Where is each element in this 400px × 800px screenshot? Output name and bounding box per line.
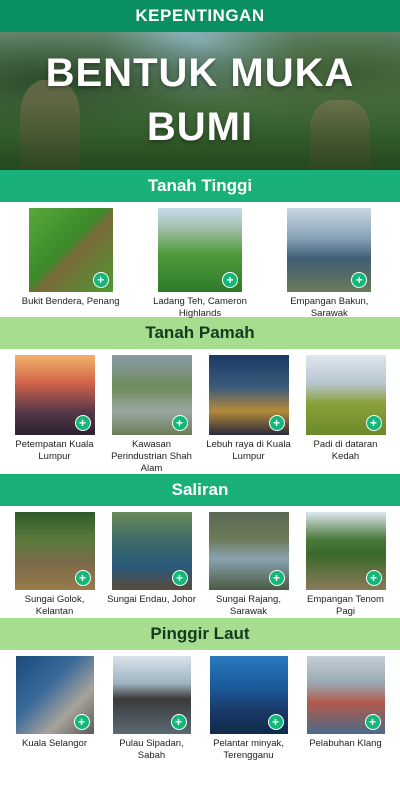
photo-kuala-selangor: + — [15, 656, 94, 734]
photo-card[interactable]: + Sungai Golok, Kelantan — [10, 512, 100, 618]
section-title: Tanah Tinggi — [147, 176, 253, 195]
section-header-saliran: Saliran — [0, 474, 400, 506]
infographic-page: KEPENTINGAN BENTUK MUKA BUMI Tanah Tingg… — [0, 0, 400, 800]
section-header-tanah-pamah: Tanah Pamah — [0, 317, 400, 349]
section-title: Tanah Pamah — [145, 323, 255, 342]
plus-icon[interactable]: + — [74, 415, 91, 431]
photo-caption: Lebuh raya di Kuala Lumpur — [206, 439, 291, 462]
section-title: Pinggir Laut — [150, 624, 250, 643]
photo-caption: Pelantar minyak, Terengganu — [213, 738, 284, 761]
section-row-tanah-tinggi: + Bukit Bendera, Penang + Ladang Teh, Ca… — [0, 202, 400, 320]
photo-card[interactable]: + Petempatan Kuala Lumpur — [11, 355, 99, 463]
section-row-saliran: + Sungai Golok, Kelantan + Sungai Endau,… — [0, 506, 400, 618]
photo-card[interactable]: + Ladang Teh, Cameron Highlands — [145, 208, 255, 320]
photo-caption: Sungai Endau, Johor — [107, 594, 196, 605]
section-title: Saliran — [171, 480, 229, 499]
plus-icon[interactable]: + — [74, 570, 91, 586]
photo-card[interactable]: + Sungai Endau, Johor — [107, 512, 197, 606]
photo-card[interactable]: + Bukit Bendera, Penang — [16, 208, 126, 308]
photo-caption: Kawasan Perindustrian Shah Alam — [111, 439, 192, 474]
photo-card[interactable]: + Pelabuhan Klang — [301, 656, 391, 750]
photo-card[interactable]: + Kuala Selangor — [10, 656, 100, 750]
photo-caption: Petempatan Kuala Lumpur — [15, 439, 94, 462]
plus-icon[interactable]: + — [267, 714, 284, 730]
photo-caption: Kuala Selangor — [22, 738, 87, 749]
photo-caption: Empangan Tenom Pagi — [307, 594, 384, 617]
section-header-pinggir-laut: Pinggir Laut — [0, 618, 400, 650]
photo-card[interactable]: + Lebuh raya di Kuala Lumpur — [205, 355, 293, 463]
plus-icon[interactable]: + — [268, 570, 285, 586]
photo-sungai-golok: + — [14, 512, 95, 590]
photo-card[interactable]: + Empangan Bakun, Sarawak — [274, 208, 384, 320]
plus-icon[interactable]: + — [351, 272, 368, 288]
photo-sungai-endau: + — [111, 512, 192, 590]
photo-caption: Ladang Teh, Cameron Highlands — [153, 296, 247, 319]
photo-caption: Sungai Golok, Kelantan — [24, 594, 85, 617]
title-line-1: BENTUK MUKA — [45, 51, 355, 95]
photo-card[interactable]: + Kawasan Perindustrian Shah Alam — [108, 355, 196, 475]
photo-caption: Padi di dataran Kedah — [313, 439, 378, 462]
photo-card[interactable]: + Pelantar minyak, Terengganu — [204, 656, 294, 762]
photo-empangan-tenom: + — [305, 512, 386, 590]
photo-pelantar-minyak: + — [209, 656, 288, 734]
plus-icon[interactable]: + — [171, 415, 188, 431]
title-line-2: BUMI — [146, 105, 254, 149]
photo-lebuh-raya: + — [208, 355, 289, 435]
plus-icon[interactable]: + — [364, 714, 381, 730]
photo-shah-alam: + — [111, 355, 192, 435]
plus-icon[interactable]: + — [365, 415, 382, 431]
plus-icon[interactable]: + — [268, 415, 285, 431]
photo-caption: Bukit Bendera, Penang — [21, 296, 120, 307]
photo-ladang-teh: + — [157, 208, 242, 292]
photo-pelabuhan-klang: + — [306, 656, 385, 734]
photo-card[interactable]: + Empangan Tenom Pagi — [301, 512, 391, 618]
photo-caption: Pelabuhan Klang — [309, 738, 382, 749]
photo-card[interactable]: + Padi di dataran Kedah — [302, 355, 390, 463]
section-header-tanah-tinggi: Tanah Tinggi — [0, 170, 400, 202]
photo-caption: Pulau Sipadan, Sabah — [119, 738, 184, 761]
top-banner: KEPENTINGAN — [0, 0, 400, 32]
photo-caption: Empangan Bakun, Sarawak — [290, 296, 369, 319]
plus-icon[interactable]: + — [365, 570, 382, 586]
photo-petempatan-kl: + — [14, 355, 95, 435]
photo-caption: Sungai Rajang, Sarawak — [216, 594, 281, 617]
plus-icon[interactable]: + — [171, 570, 188, 586]
plus-icon[interactable]: + — [73, 714, 90, 730]
photo-card[interactable]: + Pulau Sipadan, Sabah — [107, 656, 197, 762]
banner-text: KEPENTINGAN — [135, 6, 265, 25]
photo-pulau-sipadan: + — [112, 656, 191, 734]
photo-padi-kedah: + — [305, 355, 386, 435]
photo-empangan-bakun: + — [287, 208, 372, 292]
photo-bukit-bendera: + — [28, 208, 113, 292]
hero-image: BENTUK MUKA BUMI — [0, 32, 400, 170]
photo-card[interactable]: + Sungai Rajang, Sarawak — [204, 512, 294, 618]
plus-icon[interactable]: + — [221, 272, 238, 288]
section-row-pinggir-laut: + Kuala Selangor + Pulau Sipadan, Sabah … — [0, 650, 400, 766]
section-row-tanah-pamah: + Petempatan Kuala Lumpur + Kawasan Peri… — [0, 349, 400, 474]
plus-icon[interactable]: + — [170, 714, 187, 730]
page-title: BENTUK MUKA BUMI — [0, 46, 400, 154]
plus-icon[interactable]: + — [92, 272, 109, 288]
photo-sungai-rajang: + — [208, 512, 289, 590]
